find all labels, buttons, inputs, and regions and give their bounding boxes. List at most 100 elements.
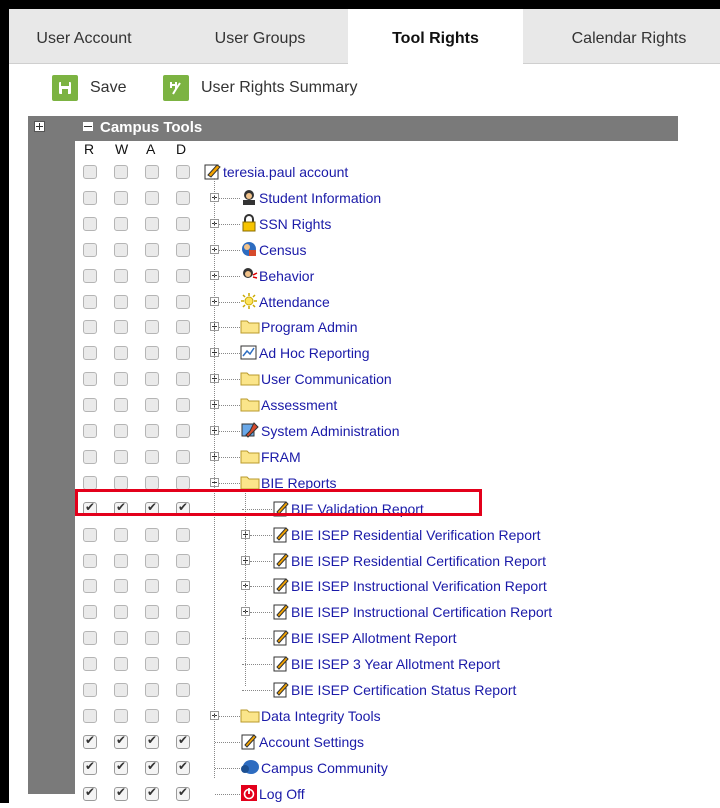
permission-checkbox-a[interactable] — [145, 683, 159, 697]
tree-item-label[interactable]: Behavior — [259, 268, 314, 284]
permission-checkbox-w[interactable] — [114, 398, 128, 412]
tree-item-label[interactable]: teresia.paul account — [223, 164, 348, 180]
permission-checkbox-w[interactable] — [114, 320, 128, 334]
tree-item-label[interactable]: BIE Validation Report — [291, 501, 424, 517]
permission-checkbox-a[interactable] — [145, 320, 159, 334]
permission-checkbox-w[interactable] — [114, 709, 128, 723]
permission-checkbox-a[interactable] — [145, 605, 159, 619]
permission-checkbox-w[interactable] — [114, 500, 128, 516]
permission-checkbox-r[interactable] — [83, 398, 97, 412]
permission-checkbox-r[interactable] — [83, 554, 97, 568]
permission-checkbox-w[interactable] — [114, 631, 128, 645]
permission-checkbox-r[interactable] — [83, 657, 97, 671]
permission-checkbox-w[interactable] — [114, 295, 128, 309]
permission-checkbox-r[interactable] — [83, 269, 97, 283]
permission-checkbox-d[interactable] — [176, 372, 190, 386]
permission-checkbox-d[interactable] — [176, 554, 190, 568]
tree-item-label[interactable]: Ad Hoc Reporting — [259, 345, 370, 361]
permission-checkbox-w[interactable] — [114, 191, 128, 205]
tree-item-label[interactable]: BIE ISEP Residential Certification Repor… — [291, 553, 546, 569]
permission-checkbox-r[interactable] — [83, 500, 97, 516]
permission-checkbox-r[interactable] — [83, 759, 97, 775]
collapse-icon[interactable] — [83, 122, 93, 131]
permission-checkbox-a[interactable] — [145, 191, 159, 205]
tree-item-label[interactable]: Program Admin — [261, 319, 357, 335]
permission-checkbox-a[interactable] — [145, 269, 159, 283]
tree-item-label[interactable]: BIE Reports — [261, 475, 336, 491]
permission-checkbox-d[interactable] — [176, 191, 190, 205]
permission-checkbox-a[interactable] — [145, 733, 159, 749]
permission-checkbox-a[interactable] — [145, 631, 159, 645]
permission-checkbox-r[interactable] — [83, 346, 97, 360]
permission-checkbox-w[interactable] — [114, 579, 128, 593]
tree-item-label[interactable]: BIE ISEP 3 Year Allotment Report — [291, 656, 500, 672]
permission-checkbox-r[interactable] — [83, 528, 97, 542]
permission-checkbox-r[interactable] — [83, 733, 97, 749]
permission-checkbox-a[interactable] — [145, 500, 159, 516]
permission-checkbox-r[interactable] — [83, 785, 97, 801]
permission-checkbox-w[interactable] — [114, 269, 128, 283]
tree-item-label[interactable]: Log Off — [259, 786, 305, 802]
permission-checkbox-r[interactable] — [83, 424, 97, 438]
tree-item-label[interactable]: Student Information — [259, 190, 381, 206]
permission-checkbox-d[interactable] — [176, 657, 190, 671]
permission-checkbox-r[interactable] — [83, 217, 97, 231]
permission-checkbox-w[interactable] — [114, 554, 128, 568]
permission-checkbox-d[interactable] — [176, 709, 190, 723]
permission-checkbox-d[interactable] — [176, 759, 190, 775]
permission-checkbox-d[interactable] — [176, 165, 190, 179]
tree-item-label[interactable]: BIE ISEP Residential Verification Report — [291, 527, 541, 543]
tree-item-label[interactable]: System Administration — [261, 423, 400, 439]
permission-checkbox-a[interactable] — [145, 657, 159, 671]
save-button[interactable]: Save — [52, 75, 126, 101]
permission-checkbox-a[interactable] — [145, 346, 159, 360]
permission-checkbox-w[interactable] — [114, 785, 128, 801]
permission-checkbox-d[interactable] — [176, 528, 190, 542]
permission-checkbox-d[interactable] — [176, 631, 190, 645]
permission-checkbox-d[interactable] — [176, 450, 190, 464]
permission-checkbox-a[interactable] — [145, 165, 159, 179]
permission-checkbox-a[interactable] — [145, 295, 159, 309]
permission-checkbox-r[interactable] — [83, 683, 97, 697]
permission-checkbox-w[interactable] — [114, 243, 128, 257]
permission-checkbox-w[interactable] — [114, 372, 128, 386]
permission-checkbox-w[interactable] — [114, 450, 128, 464]
permission-checkbox-d[interactable] — [176, 269, 190, 283]
permission-checkbox-r[interactable] — [83, 631, 97, 645]
permission-checkbox-r[interactable] — [83, 165, 97, 179]
permission-checkbox-r[interactable] — [83, 372, 97, 386]
permission-checkbox-r[interactable] — [83, 320, 97, 334]
permission-checkbox-d[interactable] — [176, 243, 190, 257]
permission-checkbox-r[interactable] — [83, 191, 97, 205]
permission-checkbox-r[interactable] — [83, 295, 97, 309]
permission-checkbox-d[interactable] — [176, 785, 190, 801]
permission-checkbox-a[interactable] — [145, 709, 159, 723]
tree-item-label[interactable]: BIE ISEP Allotment Report — [291, 630, 457, 646]
permission-checkbox-a[interactable] — [145, 579, 159, 593]
permission-checkbox-r[interactable] — [83, 450, 97, 464]
permission-checkbox-a[interactable] — [145, 243, 159, 257]
permission-checkbox-a[interactable] — [145, 372, 159, 386]
permission-checkbox-a[interactable] — [145, 554, 159, 568]
permission-checkbox-a[interactable] — [145, 476, 159, 490]
tab-user-groups[interactable]: User Groups — [195, 9, 325, 63]
permission-checkbox-a[interactable] — [145, 759, 159, 775]
permission-checkbox-r[interactable] — [83, 605, 97, 619]
tree-item-label[interactable]: BIE ISEP Instructional Verification Repo… — [291, 578, 547, 594]
permission-checkbox-d[interactable] — [176, 398, 190, 412]
permission-checkbox-d[interactable] — [176, 320, 190, 334]
permission-checkbox-a[interactable] — [145, 785, 159, 801]
permission-checkbox-d[interactable] — [176, 579, 190, 593]
permission-checkbox-a[interactable] — [145, 217, 159, 231]
permission-checkbox-a[interactable] — [145, 450, 159, 464]
permission-checkbox-d[interactable] — [176, 476, 190, 490]
permission-checkbox-w[interactable] — [114, 733, 128, 749]
permission-checkbox-a[interactable] — [145, 398, 159, 412]
permission-checkbox-w[interactable] — [114, 165, 128, 179]
tree-item-label[interactable]: Assessment — [261, 397, 337, 413]
permission-checkbox-d[interactable] — [176, 605, 190, 619]
tree-item-label[interactable]: FRAM — [261, 449, 301, 465]
permission-checkbox-w[interactable] — [114, 759, 128, 775]
permission-checkbox-d[interactable] — [176, 683, 190, 697]
permission-checkbox-w[interactable] — [114, 217, 128, 231]
